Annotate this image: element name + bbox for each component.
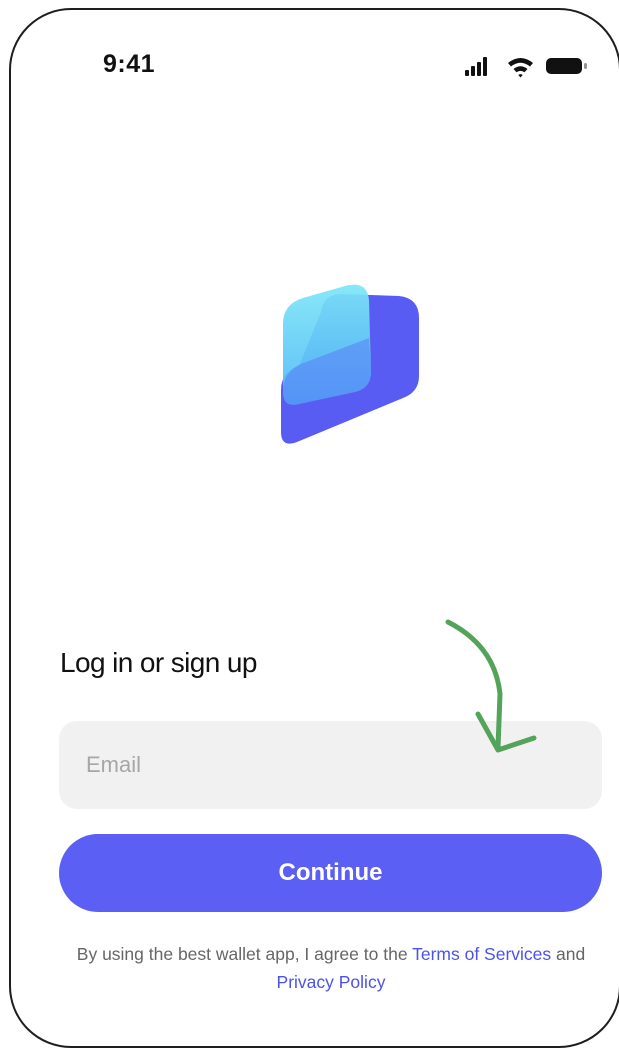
privacy-link[interactable]: Privacy Policy bbox=[277, 972, 386, 992]
legal-prefix: By using the best wallet app, I agree to… bbox=[76, 944, 413, 964]
email-field[interactable] bbox=[59, 721, 602, 809]
cellular-signal-icon bbox=[465, 57, 487, 76]
status-icons bbox=[465, 57, 587, 78]
wifi-icon bbox=[508, 58, 533, 78]
login-heading: Log in or sign up bbox=[60, 647, 257, 678]
legal-connector: and bbox=[551, 944, 586, 964]
battery-icon bbox=[546, 58, 587, 74]
continue-button[interactable]: Continue bbox=[59, 834, 602, 912]
wallet-logo-icon bbox=[281, 284, 419, 444]
legal-notice: By using the best wallet app, I agree to… bbox=[51, 940, 611, 996]
phone-frame: 9:41 Log in or sign up Con bbox=[9, 8, 619, 1048]
terms-link[interactable]: Terms of Services bbox=[412, 944, 551, 964]
status-time: 9:41 bbox=[103, 50, 156, 78]
